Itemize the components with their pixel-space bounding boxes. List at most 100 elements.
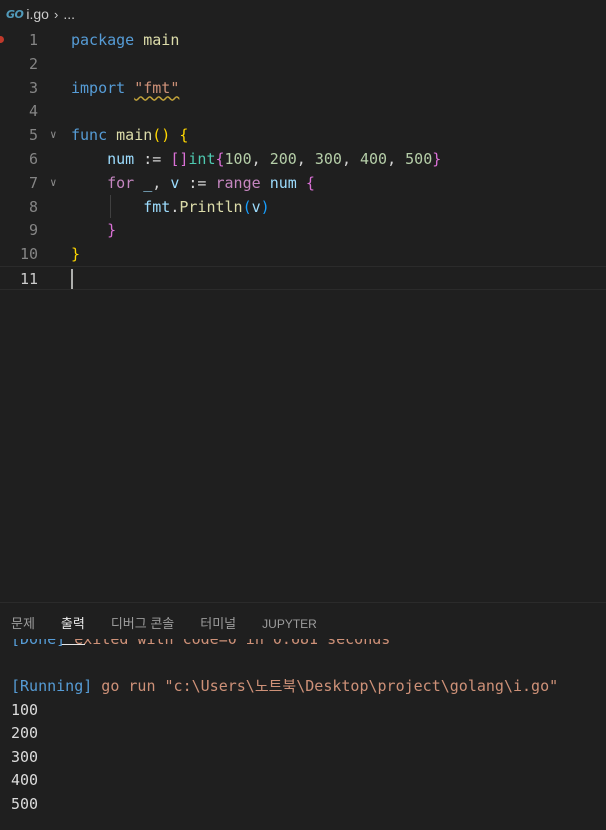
code-text: package main	[71, 28, 179, 52]
code-token: (	[242, 197, 252, 216]
code-text: }	[71, 218, 116, 242]
line-number: 8	[28, 197, 38, 216]
code-token: :=	[179, 173, 216, 192]
code-token: import	[71, 78, 126, 97]
tab-jupyter[interactable]: JUPYTER	[262, 603, 317, 639]
code-token: package	[71, 31, 135, 49]
code-token: ,	[251, 150, 270, 168]
text-cursor	[71, 269, 73, 289]
code-token: Println	[179, 197, 243, 216]
tab-debug-console[interactable]: 디버그 콘솔	[111, 603, 174, 639]
code-token: }	[107, 221, 117, 240]
code-editor[interactable]: 1 package main 2 3 import "fmt" 4 5 ∨ func main(…	[0, 28, 606, 602]
code-text: fmt.Println(v)	[71, 195, 270, 219]
line-number: 3	[28, 78, 38, 97]
output-area[interactable]: [Done] exited with code=0 in 0.681 secon…	[11, 639, 606, 830]
code-token: main	[116, 126, 153, 145]
code-token: {	[305, 173, 315, 192]
code-token: []	[170, 150, 189, 168]
line-number: 4	[28, 102, 38, 121]
code-token: }	[71, 245, 81, 264]
code-text: num := []int{100, 200, 300, 400, 500}	[71, 147, 441, 171]
code-line[interactable]: 9 }	[0, 218, 606, 242]
code-line[interactable]: 7 ∨ for _, v := range num {	[0, 171, 606, 195]
breadcrumb-more[interactable]: ...	[63, 6, 75, 22]
bottom-panel: 문제 출력 디버그 콘솔 터미널 JUPYTER [Done] exited w…	[0, 602, 606, 830]
code-line[interactable]: 1 package main	[0, 28, 606, 52]
code-token: {	[215, 150, 225, 168]
code-token: {	[179, 126, 189, 145]
code-line[interactable]: 5 ∨ func main() {	[0, 123, 606, 147]
code-text: func main() {	[71, 123, 188, 147]
code-line[interactable]: 6 num := []int{100, 200, 300, 400, 500}	[0, 147, 606, 171]
tab-terminal[interactable]: 터미널	[200, 603, 236, 639]
code-token: func	[71, 126, 108, 145]
code-line[interactable]: 10}	[0, 242, 606, 266]
code-token: v	[251, 197, 261, 216]
output-running-line: [Running] go run "c:\Users\노트북\Desktop\p…	[11, 675, 606, 699]
code-line[interactable]: 11	[0, 266, 606, 290]
done-tag: [Done]	[11, 639, 66, 648]
code-token: main	[143, 31, 180, 49]
code-text: import "fmt"	[71, 76, 179, 100]
code-line[interactable]: 2	[0, 52, 606, 76]
code-token: ,	[387, 150, 406, 168]
tab-output[interactable]: 출력	[60, 603, 85, 645]
code-line[interactable]: 3 import "fmt"	[0, 76, 606, 100]
code-token: ()	[152, 126, 171, 145]
fold-chevron-icon[interactable]: ∨	[50, 123, 57, 147]
line-number: 2	[28, 54, 38, 73]
output-done-line: [Done] exited with code=0 in 0.681 secon…	[11, 639, 606, 652]
code-token: :=	[134, 150, 171, 168]
code-token: num	[107, 150, 135, 168]
done-message: exited with code=0 in 0.681 seconds	[65, 639, 391, 648]
line-number: 9	[28, 221, 38, 240]
running-tag: [Running]	[11, 677, 93, 695]
code-token: num	[269, 173, 297, 192]
code-token: }	[432, 150, 442, 168]
code-token: range	[215, 173, 261, 192]
code-token: 500	[405, 150, 433, 168]
tab-problems[interactable]: 문제	[11, 603, 35, 639]
running-command: go run "c:\Users\노트북\Desktop\project\gol…	[92, 677, 559, 695]
code-token: )	[260, 197, 270, 216]
line-number: 5	[28, 126, 38, 145]
chevron-right-icon: ›	[53, 6, 59, 22]
output-blank-line	[11, 652, 606, 676]
fold-chevron-icon[interactable]: ∨	[50, 171, 57, 195]
output-value: 100	[11, 700, 39, 719]
panel-tabs: 문제 출력 디버그 콘솔 터미널 JUPYTER	[0, 603, 606, 645]
breadcrumb-file[interactable]: i.go	[26, 6, 49, 22]
code-token: "fmt"	[134, 78, 180, 97]
output-value: 500	[11, 794, 39, 813]
output-value: 200	[11, 724, 39, 742]
code-token: int	[188, 150, 216, 168]
code-line[interactable]: 4	[0, 99, 606, 123]
line-number: 10	[19, 245, 38, 264]
code-token: 400	[360, 150, 388, 168]
output-value: 400	[11, 771, 39, 789]
code-token: ,	[296, 150, 315, 168]
indent-guide	[110, 194, 111, 219]
output-value: 300	[11, 747, 39, 766]
code-token: for	[107, 173, 135, 192]
code-token: ,	[152, 173, 171, 192]
code-line[interactable]: 8 fmt.Println(v)	[0, 195, 606, 219]
code-token: fmt	[143, 197, 171, 216]
code-token: 300	[314, 150, 342, 168]
code-token: 100	[224, 150, 252, 168]
code-text: for _, v := range num {	[71, 171, 315, 195]
breadcrumb: GO i.go › ...	[0, 0, 606, 28]
code-token: 200	[269, 150, 297, 168]
line-number: 7	[28, 173, 38, 192]
